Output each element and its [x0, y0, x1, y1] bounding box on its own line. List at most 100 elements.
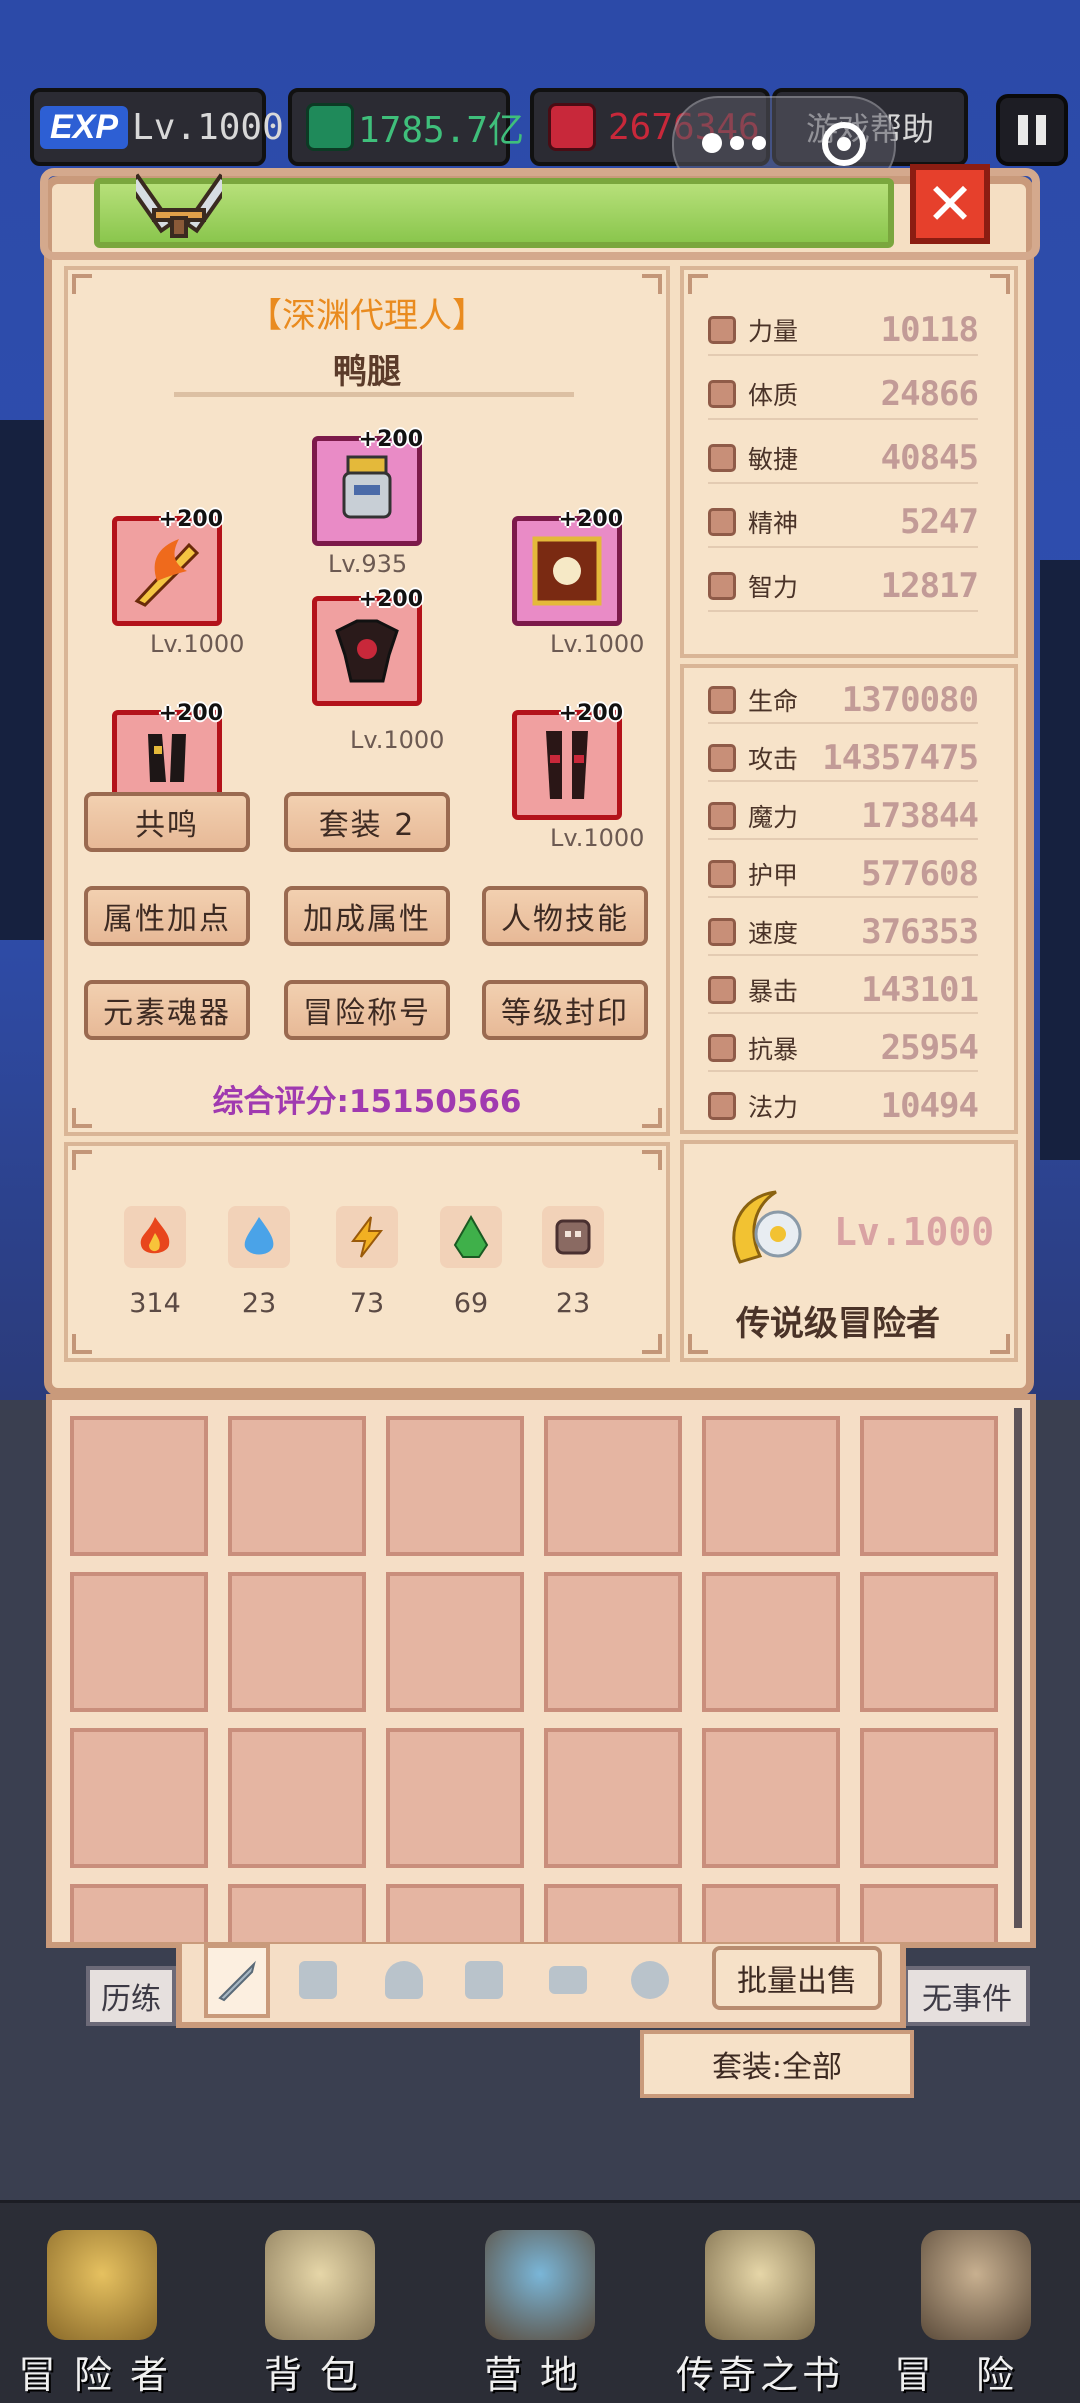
- gloves-slot[interactable]: +200: [112, 701, 223, 802]
- inventory-slot[interactable]: [544, 1728, 682, 1868]
- crossed-swords-icon: [136, 173, 222, 238]
- shield-icon: [708, 860, 736, 888]
- gloves-icon: [465, 1961, 503, 1999]
- close-icon[interactable]: ✕: [926, 170, 975, 238]
- inventory-slot[interactable]: [860, 1884, 998, 1942]
- no-event-label: 无事件: [904, 1966, 1030, 2026]
- legend-title: 传说级冒险者: [736, 1304, 940, 1344]
- inventory-slot[interactable]: [70, 1572, 208, 1712]
- close-button[interactable]: ✕: [910, 164, 990, 244]
- star-icon: [708, 508, 736, 536]
- element-soul-button[interactable]: 元素魂器: [84, 980, 250, 1040]
- helmet-level: Lv.935: [328, 550, 408, 578]
- inventory-slot[interactable]: [702, 1572, 840, 1712]
- tab-gloves[interactable]: [456, 1952, 512, 2008]
- adventurer-helmet-icon: [47, 2230, 157, 2340]
- legend-level: Lv.1000: [834, 1210, 995, 1254]
- bonus-attributes-button[interactable]: 加成属性: [284, 886, 450, 946]
- green-currency-display: 1785.7亿: [288, 88, 524, 166]
- nav-label: 冒险者: [17, 2353, 186, 2397]
- sword-icon: [708, 744, 736, 772]
- inventory-slot[interactable]: [228, 1416, 366, 1556]
- inventory-slot[interactable]: [386, 1884, 524, 1942]
- tab-armor[interactable]: [290, 1952, 346, 2008]
- crest-icon: [532, 536, 602, 606]
- stat-hp: 生命 1370080: [708, 680, 979, 720]
- inventory-slot[interactable]: [544, 1884, 682, 1942]
- resonance-button[interactable]: 共鸣: [84, 792, 250, 852]
- enhance-level: +200: [158, 701, 223, 726]
- batch-sell-button[interactable]: 批量出售: [712, 1946, 882, 2010]
- pause-button[interactable]: [996, 94, 1068, 166]
- legend-book-icon: [705, 2230, 815, 2340]
- armor-slot[interactable]: +200: [312, 587, 423, 706]
- belt-icon: [549, 1966, 587, 1994]
- set-bonus-button[interactable]: 套装 2: [284, 792, 450, 852]
- stat-magic: 魔力 173844: [708, 796, 979, 836]
- adventure-title-button[interactable]: 冒险称号: [284, 980, 450, 1040]
- star-icon: [708, 1092, 736, 1120]
- nav-backpack[interactable]: 背包: [220, 2220, 420, 2400]
- green-currency-value: 1785.7亿: [358, 110, 525, 151]
- inventory-grid: [46, 1394, 1036, 1948]
- wand-icon: [708, 802, 736, 830]
- inventory-slot[interactable]: [228, 1728, 366, 1868]
- nav-adventure[interactable]: 冒险: [876, 2220, 1076, 2400]
- inventory-slot[interactable]: [860, 1728, 998, 1868]
- inventory-slot[interactable]: [702, 1884, 840, 1942]
- inventory-slot[interactable]: [70, 1728, 208, 1868]
- set-filter-button[interactable]: 套装:全部: [640, 2030, 914, 2098]
- nav-legend-book[interactable]: 传奇之书: [660, 2220, 860, 2400]
- tab-weapon[interactable]: [204, 1944, 270, 2018]
- tab-helmet[interactable]: [376, 1952, 432, 2008]
- fire-element-value: 314: [129, 1288, 181, 1319]
- lightning-element-value: 73: [349, 1288, 385, 1319]
- greaves-icon: [546, 731, 588, 799]
- character-name: 鸭腿: [333, 352, 401, 392]
- inventory-slot[interactable]: [544, 1572, 682, 1712]
- inventory-slot[interactable]: [860, 1416, 998, 1556]
- boots-slot[interactable]: +200: [512, 701, 623, 820]
- inventory-slot[interactable]: [70, 1416, 208, 1556]
- tab-ring[interactable]: [622, 1952, 678, 2008]
- tree-silhouette: [1040, 560, 1080, 1160]
- legend-emblem-icon: [732, 1190, 802, 1264]
- inventory-slot[interactable]: [386, 1728, 524, 1868]
- close-miniprogram-icon[interactable]: [822, 122, 866, 166]
- inventory-slot[interactable]: [860, 1572, 998, 1712]
- nav-adventurer[interactable]: 冒险者: [2, 2220, 202, 2400]
- training-button[interactable]: 历练: [86, 1966, 176, 2026]
- helmet-slot[interactable]: +200: [312, 427, 423, 546]
- inventory-scrollbar[interactable]: [1014, 1408, 1022, 1928]
- attribute-points-button[interactable]: 属性加点: [84, 886, 250, 946]
- armor-level: Lv.1000: [350, 726, 445, 754]
- inventory-slot[interactable]: [70, 1884, 208, 1942]
- backpack-icon: [265, 2230, 375, 2340]
- tab-belt[interactable]: [540, 1952, 596, 2008]
- weapon-level: Lv.1000: [150, 630, 245, 658]
- inventory-slot[interactable]: [544, 1416, 682, 1556]
- stat-mana: 法力 10494: [708, 1086, 979, 1126]
- inventory-slot[interactable]: [228, 1884, 366, 1942]
- boots-level: Lv.1000: [550, 824, 645, 852]
- inventory-slot[interactable]: [386, 1572, 524, 1712]
- nav-label: 营地: [483, 2353, 596, 2397]
- nav-camp[interactable]: 营地: [440, 2220, 640, 2400]
- stat-speed: 速度 376353: [708, 912, 979, 952]
- inventory-slot[interactable]: [702, 1728, 840, 1868]
- earth-element-value: 69: [453, 1288, 489, 1319]
- character-skills-button[interactable]: 人物技能: [482, 886, 648, 946]
- inventory-slot[interactable]: [228, 1572, 366, 1712]
- combat-stats-card: 生命 1370080 攻击 14357475 魔力 173844 护甲 577608 速…: [680, 664, 1018, 1134]
- player-level: Lv.1000: [132, 106, 284, 148]
- weapon-slot[interactable]: +200: [112, 507, 223, 626]
- nav-label: 冒险: [893, 2353, 1058, 2397]
- more-icon[interactable]: [702, 132, 766, 153]
- inventory-slot[interactable]: [386, 1416, 524, 1556]
- ring-icon: [631, 1961, 669, 1999]
- accessory-slot[interactable]: +200: [512, 507, 623, 626]
- inventory-slot[interactable]: [702, 1416, 840, 1556]
- stat-crit-resist: 抗暴 25954: [708, 1028, 979, 1068]
- boot-icon: [708, 444, 736, 472]
- level-seal-button[interactable]: 等级封印: [482, 980, 648, 1040]
